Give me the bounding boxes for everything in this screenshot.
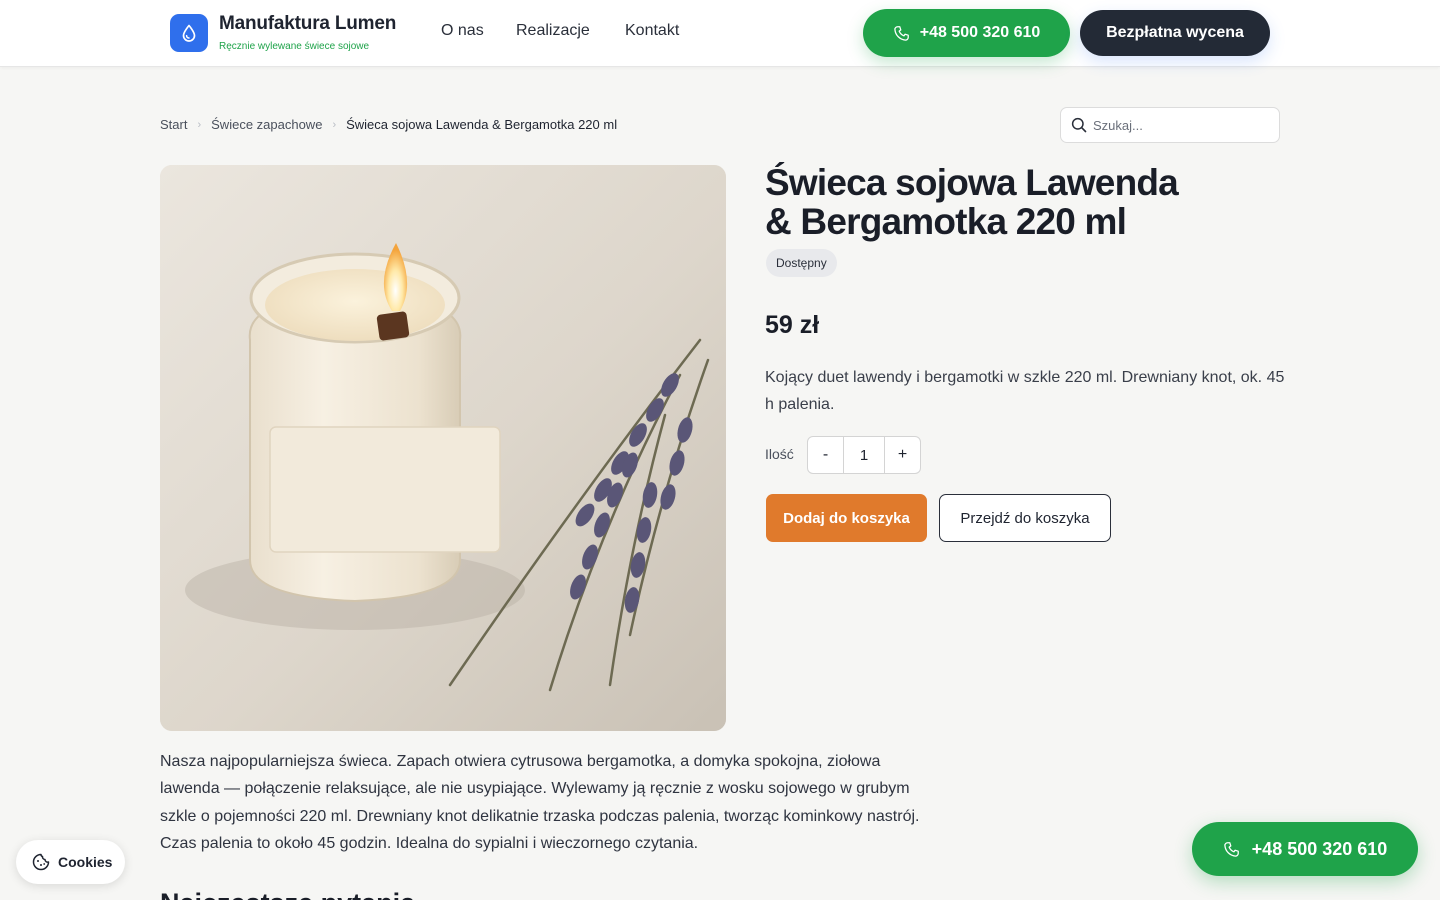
add-to-cart-button[interactable]: Dodaj do koszyka <box>766 494 927 542</box>
nav-link-realizations[interactable]: Realizacje <box>516 22 590 40</box>
quantity-label: Ilość <box>765 446 794 462</box>
logo-badge[interactable] <box>170 14 208 52</box>
cookies-button[interactable]: Cookies <box>16 840 125 884</box>
breadcrumb-current: Świeca sojowa Lawenda & Bergamotka 220 m… <box>346 117 618 132</box>
breadcrumb: Start › Świece zapachowe › Świeca sojowa… <box>160 117 617 132</box>
drop-icon <box>182 24 196 42</box>
breadcrumb-start[interactable]: Start <box>160 117 187 132</box>
cookies-label: Cookies <box>58 854 113 870</box>
product-short-description: Kojący duet lawendy i bergamotki w szkle… <box>765 369 1285 413</box>
product-title-line1: Świeca sojowa Lawenda <box>765 162 1179 203</box>
breadcrumb-category[interactable]: Świece zapachowe <box>211 117 322 132</box>
faq-heading: Najczęstsze pytania <box>160 888 415 900</box>
quantity-value[interactable]: 1 <box>843 437 885 473</box>
floating-phone-button[interactable]: +48 500 320 610 <box>1192 822 1418 876</box>
nav-link-contact[interactable]: Kontakt <box>625 22 679 40</box>
search-box[interactable] <box>1060 107 1280 143</box>
product-long-description: Nasza najpopularniejsza świeca. Zapach o… <box>160 753 920 852</box>
site-header: Manufaktura Lumen Ręcznie wylewane świec… <box>0 0 1440 67</box>
phone-icon <box>893 25 909 41</box>
cookie-icon <box>32 853 50 871</box>
free-quote-button[interactable]: Bezpłatna wycena <box>1080 10 1270 56</box>
breadcrumb-separator: › <box>332 118 337 131</box>
search-input[interactable] <box>1093 117 1263 133</box>
breadcrumb-separator: › <box>197 118 202 131</box>
brand-name[interactable]: Manufaktura Lumen <box>219 13 396 35</box>
header-phone-label: +48 500 320 610 <box>919 24 1041 41</box>
product-title-line2: & Bergamotka 220 ml <box>765 201 1127 242</box>
quantity-decrease-button[interactable]: - <box>808 437 843 473</box>
quantity-increase-button[interactable]: + <box>885 437 920 473</box>
go-to-cart-button[interactable]: Przejdź do koszyka <box>939 494 1111 542</box>
candle-photo <box>160 165 726 731</box>
header-phone-button[interactable]: +48 500 320 610 <box>863 9 1070 57</box>
nav-link-about[interactable]: O nas <box>441 22 484 40</box>
floating-phone-label: +48 500 320 610 <box>1251 838 1388 859</box>
product-title: Świeca sojowa Lawenda & Bergamotka 220 m… <box>765 163 1225 241</box>
product-price: 59 zł <box>765 311 820 339</box>
brand-tagline: Ręcznie wylewane świece sojowe <box>219 41 370 52</box>
availability-badge: Dostępny <box>766 249 837 277</box>
product-image[interactable] <box>160 165 726 731</box>
quantity-stepper: - 1 + <box>807 436 921 474</box>
phone-icon <box>1223 841 1239 857</box>
search-icon <box>1071 117 1087 133</box>
